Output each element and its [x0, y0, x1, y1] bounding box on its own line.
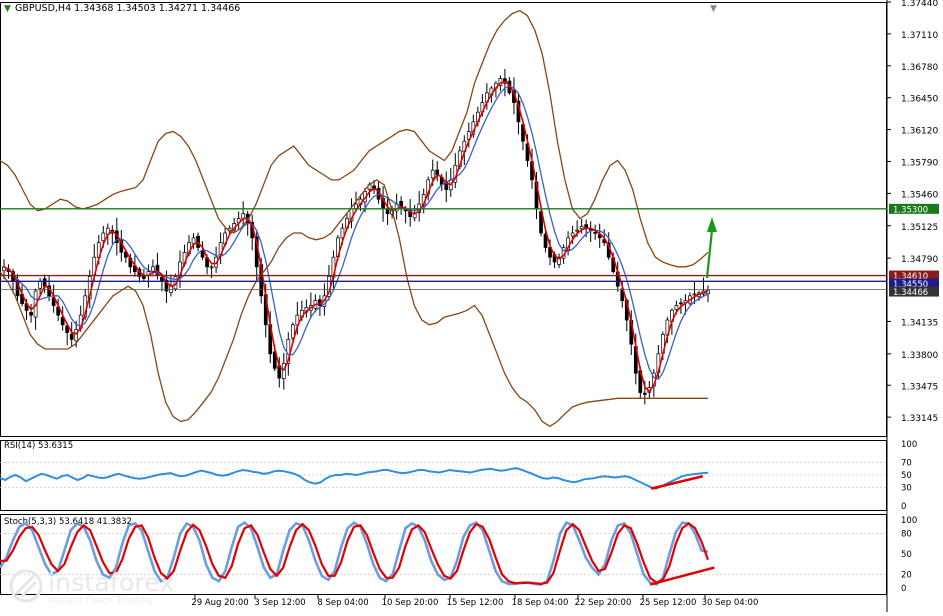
y-tick-label: 1.35790 — [901, 158, 938, 168]
y-tick-label: 1.37110 — [901, 31, 938, 41]
level-label: 1.35300 — [893, 205, 928, 215]
candle-body — [385, 209, 390, 215]
candle-body — [692, 293, 697, 296]
x-tick-label: 22 Sep 20:00 — [575, 598, 632, 608]
header-arrow: ▼ — [4, 4, 11, 14]
watermark: instaforex Instant Forex Trading — [8, 566, 198, 610]
candle-body — [38, 280, 42, 289]
stoch-tick-label: 0 — [901, 584, 906, 594]
watermark-brand: instaforex — [48, 568, 175, 597]
candle-body — [570, 232, 575, 237]
y-tick-label: 1.36780 — [901, 63, 938, 73]
y-tick-label: 1.36120 — [901, 127, 938, 137]
instaforex-logo-icon — [9, 569, 43, 603]
y-tick-label: 1.36450 — [901, 95, 938, 105]
watermark-tagline: Instant Forex Trading — [48, 595, 154, 606]
rsi-tick-label: 100 — [901, 440, 917, 450]
candle-body — [679, 302, 683, 305]
chart-root: 1.37440 1.37110 1.36780 1.36450 1.36120 1.357… — [0, 0, 943, 612]
x-tick-label: 15 Sep 12:00 — [447, 598, 504, 608]
x-tick-label: 8 Sep 04:00 — [317, 598, 368, 608]
candle-body — [642, 392, 647, 395]
x-tick-label: 3 Sep 12:00 — [254, 598, 305, 608]
stoch-tick-label: 20 — [901, 570, 912, 580]
candle-body — [579, 225, 584, 230]
candle-body — [42, 278, 47, 287]
candle-body — [101, 232, 106, 242]
rsi-title: RSI(14) 53.6315 — [4, 441, 73, 451]
background — [0, 0, 943, 612]
rsi-tick-label: 30 — [901, 483, 912, 493]
x-tick-label: 30 Sep 04:00 — [702, 598, 759, 608]
x-tick-label: 29 Aug 20:00 — [191, 598, 248, 608]
candle-body — [29, 311, 33, 316]
x-tick-label: 25 Sep 12:00 — [640, 598, 697, 608]
chart-header: GBPUSD,H4 1.34368 1.34503 1.34271 1.3446… — [15, 3, 240, 14]
candle-body — [674, 305, 679, 310]
candle-body — [209, 266, 214, 269]
level-label: 1.34466 — [893, 288, 928, 298]
candle-body — [142, 275, 146, 279]
candle-body — [281, 363, 286, 379]
candle-body — [430, 169, 435, 179]
header-arrow-right: ▼ — [710, 4, 717, 14]
x-tick-label: 10 Sep 20:00 — [382, 598, 439, 608]
y-tick-label: 1.35460 — [901, 190, 938, 200]
y-tick-label: 1.37440 — [901, 0, 938, 9]
stoch-tick-label: 50 — [901, 550, 912, 560]
candle-body — [69, 333, 74, 340]
y-tick-label: 1.33800 — [901, 351, 938, 361]
rsi-tick-label: 50 — [901, 471, 912, 481]
rsi-tick-label: 0 — [901, 502, 906, 512]
rsi-tick-label: 70 — [901, 459, 912, 469]
candle-body — [593, 232, 598, 234]
chart-canvas: 1.37440 1.37110 1.36780 1.36450 1.36120 1.357… — [0, 0, 943, 612]
candle-body — [151, 266, 155, 272]
y-tick-label: 1.33145 — [901, 414, 938, 424]
candle-body — [241, 213, 246, 219]
y-tick-label: 1.34135 — [901, 318, 938, 328]
y-tick-label: 1.35125 — [901, 223, 938, 233]
x-tick-label: 18 Sep 04:00 — [512, 598, 569, 608]
stoch-tick-label: 100 — [901, 516, 917, 526]
y-tick-label: 1.33475 — [901, 382, 938, 392]
y-tick-label: 1.34790 — [901, 255, 938, 265]
stoch-tick-label: 80 — [901, 530, 912, 540]
candle-body — [575, 229, 579, 232]
candle-body — [196, 235, 200, 248]
candle-body — [191, 237, 196, 244]
